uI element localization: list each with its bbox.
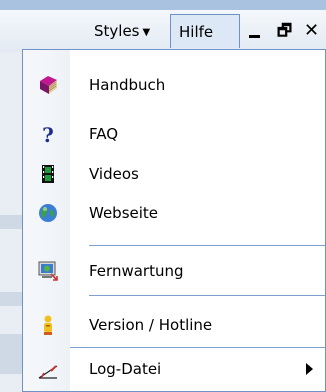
remote-monitor-icon [37, 260, 59, 282]
menu-hilfe[interactable]: Hilfe [170, 14, 240, 48]
hilfe-dropdown: Handbuch ? FAQ Videos Webseite Fernwartu… [22, 49, 326, 392]
menu-item-label: Videos [89, 165, 139, 183]
question-mark-icon: ? [37, 123, 59, 147]
submenu-arrow-icon [306, 363, 313, 375]
menu-item-label: Handbuch [89, 76, 166, 94]
close-icon: ✕ [304, 20, 320, 41]
close-button[interactable]: ✕ [304, 14, 319, 48]
menu-item-label: Webseite [89, 204, 159, 222]
film-icon [37, 163, 59, 185]
menu-separator [89, 245, 325, 246]
menu-item-fernwartung[interactable]: Fernwartung [23, 251, 325, 291]
menu-item-label: Fernwartung [89, 262, 184, 280]
panel-band [0, 215, 22, 229]
chevron-down-icon: ▼ [142, 27, 151, 38]
menu-styles-label: Styles [94, 22, 140, 40]
menu-item-webseite[interactable]: Webseite [23, 193, 325, 233]
menu-item-label: Version / Hotline [89, 316, 213, 334]
menu-item-faq[interactable]: ? FAQ [23, 114, 325, 154]
app-left-panel [0, 52, 22, 392]
panel-band [0, 292, 22, 306]
app-title-strip [0, 0, 326, 10]
menu-separator [89, 295, 325, 296]
minimize-button[interactable] [249, 14, 263, 48]
book-icon [37, 74, 59, 96]
restore-button[interactable]: 🗗 [277, 14, 292, 48]
menu-item-version-hotline[interactable]: Version / Hotline [23, 305, 325, 345]
log-chart-icon [37, 358, 59, 380]
globe-icon [37, 202, 59, 224]
minimize-icon [249, 35, 260, 38]
panel-band [0, 334, 22, 374]
menu-item-videos[interactable]: Videos [23, 154, 325, 194]
menu-item-handbuch[interactable]: Handbuch [23, 65, 325, 105]
menu-item-label: FAQ [89, 125, 119, 143]
menu-item-label: Log-Datei [89, 360, 162, 378]
person-info-icon [37, 314, 59, 336]
menu-separator [70, 347, 325, 348]
menu-styles[interactable]: Styles ▼ [90, 14, 168, 48]
restore-icon: 🗗 [277, 21, 293, 40]
menu-item-log-datei[interactable]: Log-Datei [23, 349, 325, 389]
svg-text:?: ? [42, 123, 54, 145]
menu-hilfe-label: Hilfe [179, 23, 214, 41]
